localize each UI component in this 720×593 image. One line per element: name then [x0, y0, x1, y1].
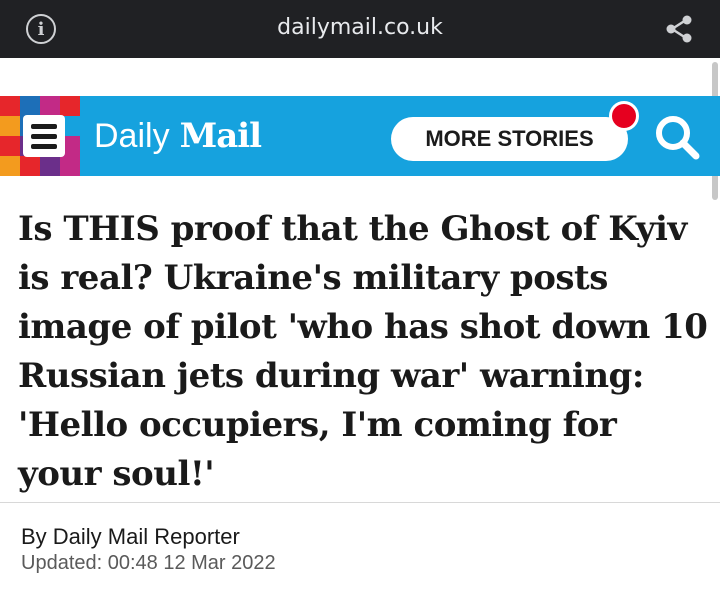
- notification-dot: [609, 101, 639, 131]
- logo-mosaic-square: [20, 156, 40, 176]
- logo-mosaic-square: [20, 96, 40, 116]
- logo-mosaic-square: [40, 96, 60, 116]
- logo-mosaic-square: [0, 156, 20, 176]
- logo-mosaic-square: [60, 96, 80, 116]
- logo-mosaic-square: [0, 136, 20, 156]
- article-updated-timestamp: Updated: 00:48 12 Mar 2022: [21, 552, 276, 574]
- logo-mail-text: Mail: [179, 116, 262, 156]
- logo-mosaic-square: [0, 116, 20, 136]
- divider: [0, 502, 720, 503]
- logo-mosaic-square: [60, 156, 80, 176]
- site-logo[interactable]: Daily Mail: [94, 116, 262, 156]
- logo-mosaic-square: [40, 156, 60, 176]
- article-headline: Is THIS proof that the Ghost of Kyiv is …: [18, 209, 708, 494]
- share-icon[interactable]: [664, 14, 694, 44]
- url-text[interactable]: dailymail.co.uk: [0, 15, 720, 40]
- hamburger-menu-icon[interactable]: [23, 115, 65, 157]
- browser-address-bar: i dailymail.co.uk: [0, 0, 720, 58]
- logo-daily-text: Daily: [94, 117, 170, 155]
- more-stories-button[interactable]: MORE STORIES: [391, 117, 628, 161]
- article-byline: By Daily Mail Reporter: [21, 524, 240, 549]
- logo-mosaic-square: [0, 96, 20, 116]
- search-icon[interactable]: [652, 112, 702, 162]
